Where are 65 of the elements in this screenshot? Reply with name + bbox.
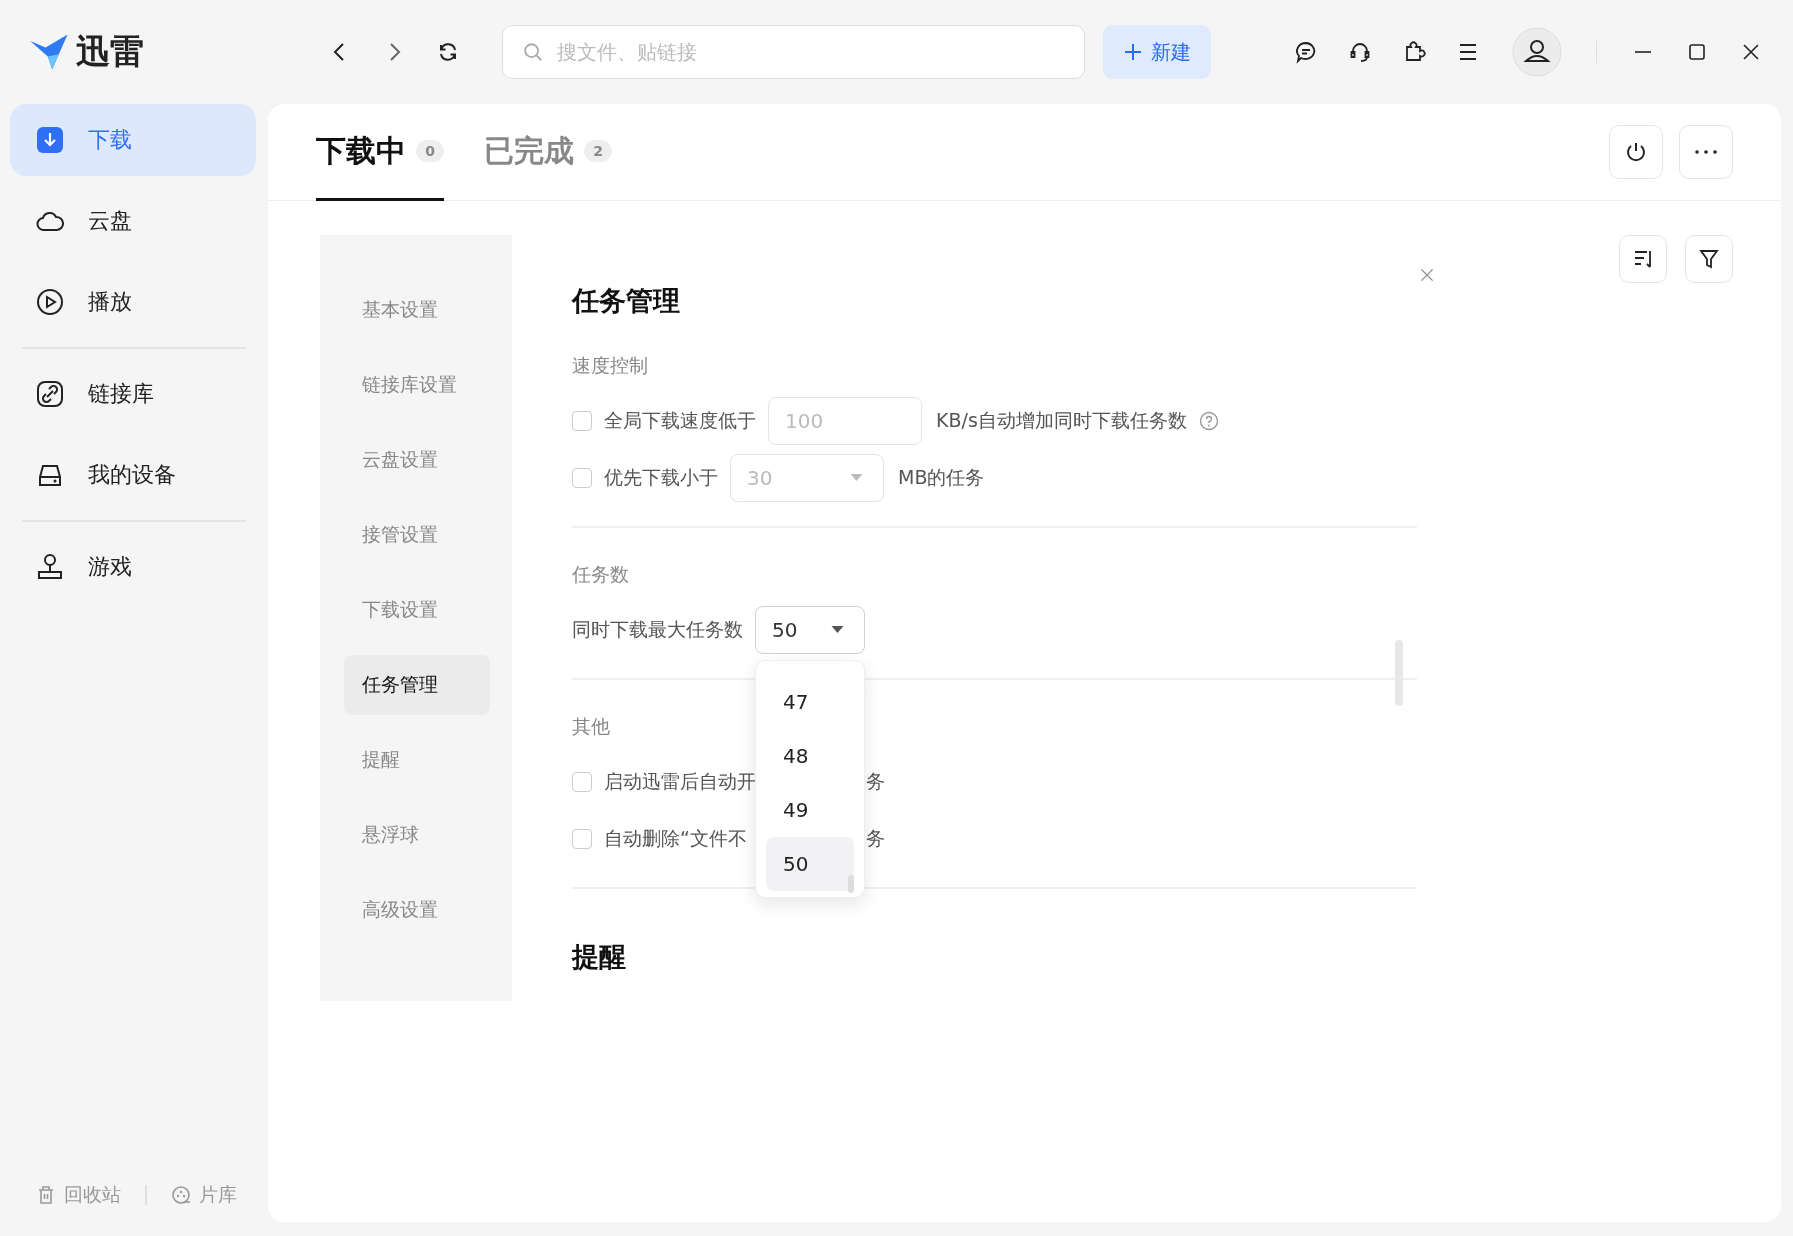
link-icon (36, 380, 64, 408)
plus-icon (1123, 42, 1143, 62)
search-icon (522, 41, 544, 63)
option-label: MB的任务 (898, 465, 985, 490)
dropdown-option[interactable]: 49 (766, 783, 854, 837)
power-button[interactable] (1609, 125, 1663, 179)
option-label: 同时下载最大任务数 (572, 617, 743, 642)
option-label: KB/s自动增加同时下载任务数 (936, 408, 1187, 433)
option-label: 全局下载速度低于 (604, 408, 756, 433)
search-field[interactable]: 搜文件、贴链接 (502, 25, 1085, 79)
sidebar-footer-link[interactable]: 回收站 (36, 1182, 121, 1208)
checkbox[interactable] (572, 829, 592, 849)
play-icon (36, 288, 64, 316)
headset-icon[interactable] (1348, 40, 1372, 64)
tab[interactable]: 已完成 2 (484, 104, 612, 201)
section-heading: 其他 (572, 714, 610, 739)
checkbox[interactable] (572, 772, 592, 792)
power-icon (1624, 140, 1648, 164)
sidebar-item[interactable]: 播放 (10, 266, 256, 338)
dropdown-option[interactable]: 48 (766, 729, 854, 783)
filter-button[interactable] (1685, 235, 1733, 283)
sort-button[interactable] (1619, 235, 1667, 283)
settings-nav-item[interactable]: 链接库设置 (344, 355, 490, 415)
new-button[interactable]: 新建 (1103, 25, 1211, 79)
sidebar-item[interactable]: 链接库 (10, 358, 256, 430)
sidebar-item[interactable]: 下载 (10, 104, 256, 176)
settings-nav-item[interactable]: 任务管理 (344, 655, 490, 715)
more-icon (1695, 150, 1717, 154)
chat-bubble-icon[interactable] (1294, 40, 1318, 64)
trash-icon (36, 1185, 56, 1205)
joystick-icon (36, 553, 64, 581)
option-label: 自动删除“文件不 (604, 826, 748, 851)
settings-title: 任务管理 (572, 284, 681, 318)
option-label: 务 (866, 769, 885, 794)
scrollbar[interactable] (848, 875, 854, 893)
caret-icon (850, 474, 863, 482)
section-heading: 任务数 (572, 562, 629, 587)
tab[interactable]: 下载中 0 (316, 104, 444, 201)
sidebar-item[interactable]: 我的设备 (10, 439, 256, 511)
dropdown-option[interactable]: 47 (766, 675, 854, 729)
option-label: 启动迅雷后自动开 (604, 769, 757, 794)
section-title: 提醒 (572, 940, 627, 974)
section-heading: 速度控制 (572, 353, 648, 378)
settings-nav-item[interactable]: 高级设置 (344, 880, 490, 940)
sidebar-item[interactable]: 云盘 (10, 185, 256, 257)
option-label: 优先下载小于 (604, 465, 718, 490)
filter-icon (1697, 247, 1721, 271)
sidebar-footer-link[interactable]: 片库 (171, 1182, 237, 1208)
settings-nav-item[interactable]: 云盘设置 (344, 430, 490, 490)
download-icon (36, 126, 64, 154)
task-count-select[interactable]: 50 (755, 606, 865, 654)
avatar-icon[interactable] (1512, 27, 1562, 77)
settings-nav-item[interactable]: 悬浮球 (344, 805, 490, 865)
option-label: 务 (866, 826, 885, 851)
app-name: 迅雷 (76, 30, 144, 73)
caret-icon (831, 626, 844, 634)
settings-nav-item[interactable]: 接管设置 (344, 505, 490, 565)
sidebar-item[interactable]: 游戏 (10, 531, 256, 603)
count-badge: 2 (584, 140, 612, 162)
reel-icon (171, 1185, 191, 1205)
dropdown-option[interactable]: 50 (766, 837, 854, 891)
count-badge: 0 (416, 140, 444, 162)
settings-nav-item[interactable]: 基本设置 (344, 280, 490, 340)
settings-nav-item[interactable]: 提醒 (344, 730, 490, 790)
settings-nav-item[interactable]: 下载设置 (344, 580, 490, 640)
